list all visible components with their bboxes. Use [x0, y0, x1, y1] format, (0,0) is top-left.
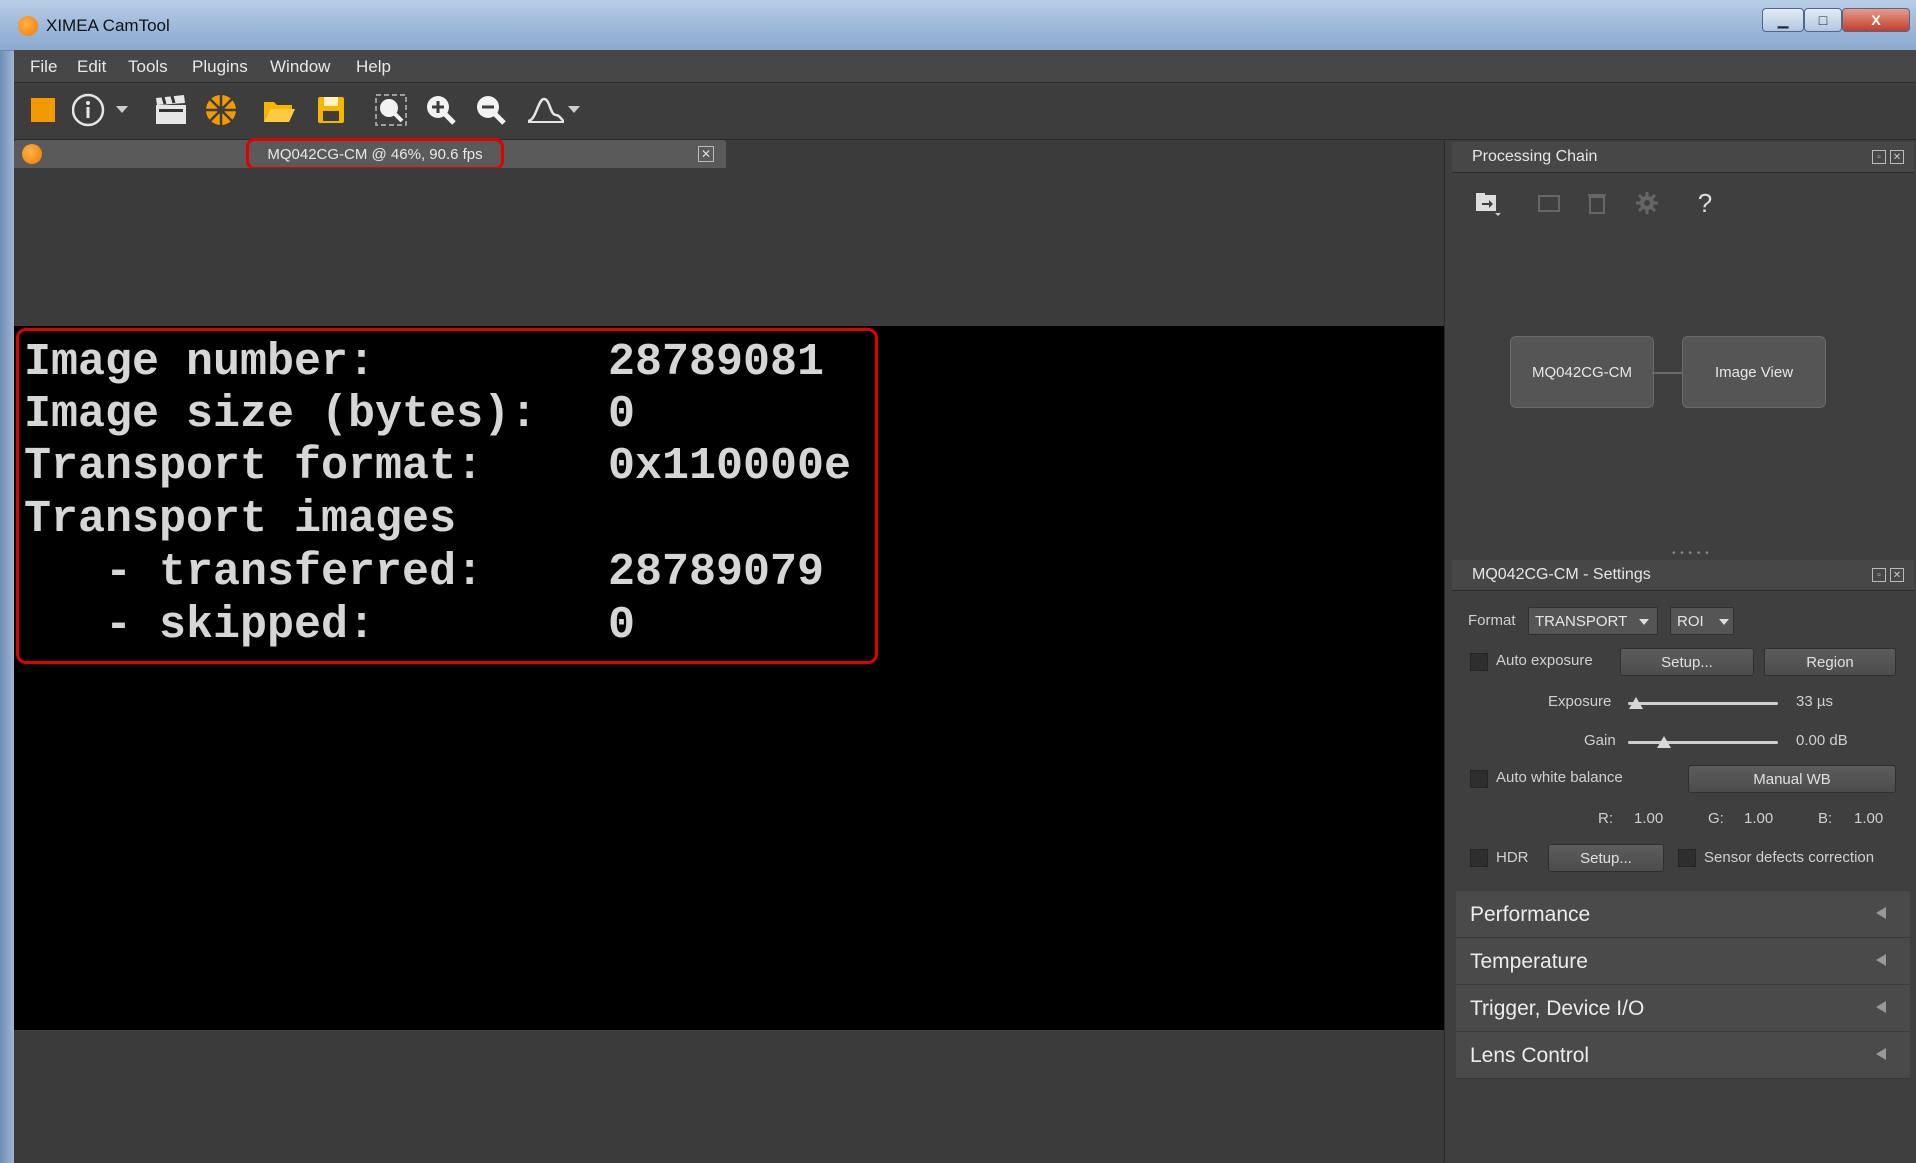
app-logo-icon: [18, 16, 38, 36]
histogram-icon[interactable]: [526, 93, 566, 127]
minimize-button[interactable]: ▁: [1762, 8, 1804, 32]
wb-b-label: B:: [1818, 810, 1833, 827]
gain-value: 0.00 dB: [1796, 732, 1848, 749]
record-icon[interactable]: [154, 93, 188, 127]
wb-g-label: G:: [1708, 810, 1724, 827]
zoom-in-icon[interactable]: [424, 93, 458, 127]
menu-file[interactable]: File: [30, 57, 57, 77]
exposure-value: 33 µs: [1796, 693, 1833, 710]
tab-close-icon[interactable]: ✕: [698, 146, 714, 162]
section-trigger-device-io[interactable]: Trigger, Device I/O: [1456, 985, 1910, 1032]
maximize-button[interactable]: □: [1804, 8, 1842, 32]
wb-b-value: 1.00: [1854, 810, 1884, 827]
menu-help[interactable]: Help: [356, 57, 391, 77]
manual-wb-button[interactable]: Manual WB: [1688, 765, 1896, 793]
close-panel-icon[interactable]: ✕: [1890, 568, 1904, 582]
node-camera[interactable]: MQ042CG-CM: [1510, 336, 1654, 408]
tab-label[interactable]: MQ042CG-CM @ 46%, 90.6 fps: [246, 138, 504, 170]
section-lens-control[interactable]: Lens Control: [1456, 1032, 1910, 1079]
sensor-defects-label: Sensor defects correction: [1704, 849, 1875, 866]
info-dropdown-icon[interactable]: [114, 93, 130, 127]
chevron-left-icon: [1876, 1048, 1886, 1060]
exposure-slider[interactable]: [1628, 702, 1778, 705]
float-icon[interactable]: ▫: [1872, 568, 1886, 582]
chevron-down-icon: [1719, 619, 1729, 625]
hdr-setup-button[interactable]: Setup...: [1548, 844, 1664, 872]
wb-r-label: R:: [1598, 810, 1613, 827]
exposure-label: Exposure: [1548, 693, 1612, 710]
gain-slider[interactable]: [1628, 741, 1778, 744]
gain-label: Gain: [1584, 732, 1616, 749]
node-image-view[interactable]: Image View: [1682, 336, 1826, 408]
stop-icon[interactable]: [26, 93, 60, 127]
menu-edit[interactable]: Edit: [77, 57, 106, 77]
wb-r-value: 1.00: [1634, 810, 1664, 827]
section-title: Lens Control: [1470, 1044, 1590, 1067]
format-select[interactable]: TRANSPORT: [1528, 607, 1658, 635]
close-panel-icon[interactable]: ✕: [1890, 150, 1904, 164]
auto-white-balance-checkbox[interactable]: [1470, 770, 1488, 788]
settings-header: MQ042CG-CM - Settings ▫ ✕: [1452, 560, 1914, 591]
section-title: Performance: [1470, 903, 1591, 926]
section-temperature[interactable]: Temperature: [1456, 938, 1910, 985]
splitter-handle[interactable]: • • • • •: [1672, 548, 1710, 559]
format-value: TRANSPORT: [1535, 612, 1628, 630]
auto-exposure-checkbox[interactable]: [1470, 653, 1488, 671]
sensor-defects-checkbox[interactable]: [1678, 849, 1696, 867]
exposure-slider-thumb[interactable]: [1628, 697, 1643, 709]
format-label: Format: [1468, 612, 1516, 629]
auto-white-balance-label: Auto white balance: [1496, 769, 1623, 786]
info-icon[interactable]: [72, 93, 106, 127]
hdr-label: HDR: [1496, 849, 1529, 866]
chevron-left-icon: [1876, 1001, 1886, 1013]
menu-plugins[interactable]: Plugins: [192, 57, 248, 77]
toolbar: [14, 83, 1916, 140]
gain-slider-thumb[interactable]: [1657, 736, 1671, 748]
add-plugin-icon[interactable]: [1472, 188, 1502, 218]
open-folder-icon[interactable]: [262, 93, 296, 127]
zoom-fit-icon[interactable]: [374, 93, 408, 127]
chevron-down-icon: [1639, 619, 1649, 625]
float-icon[interactable]: ▫: [1872, 150, 1886, 164]
chevron-left-icon: [1876, 907, 1886, 919]
roi-label: ROI: [1677, 612, 1704, 630]
trash-icon[interactable]: [1582, 188, 1612, 218]
processing-chain-title: Processing Chain: [1472, 148, 1598, 165]
auto-exposure-label: Auto exposure: [1496, 652, 1593, 669]
section-performance[interactable]: Performance: [1456, 891, 1910, 938]
help-icon[interactable]: ?: [1690, 188, 1720, 218]
close-button[interactable]: X: [1842, 8, 1910, 32]
section-title: Temperature: [1470, 950, 1588, 973]
histogram-dropdown-icon[interactable]: [566, 93, 582, 127]
exposure-setup-button[interactable]: Setup...: [1620, 648, 1754, 676]
hdr-checkbox[interactable]: [1470, 849, 1488, 867]
menu-tools[interactable]: Tools: [128, 57, 168, 77]
camera-status-icon: [22, 144, 42, 164]
window-frame: [0, 0, 14, 1163]
region-button[interactable]: Region: [1764, 648, 1896, 676]
chevron-left-icon: [1876, 954, 1886, 966]
aperture-icon[interactable]: [204, 93, 238, 127]
save-icon[interactable]: [314, 93, 348, 127]
overlay-highlight: [16, 328, 878, 664]
gear-icon[interactable]: [1632, 188, 1662, 218]
menu-window[interactable]: Window: [270, 57, 330, 77]
processing-chain-header: Processing Chain ▫ ✕: [1452, 142, 1914, 173]
window-icon[interactable]: [1534, 188, 1564, 218]
menu-bar: File Edit Tools Plugins Window Help: [14, 50, 1916, 83]
zoom-out-icon[interactable]: [474, 93, 508, 127]
title-bar[interactable]: [0, 0, 1916, 51]
section-title: Trigger, Device I/O: [1470, 997, 1645, 1020]
settings-title: MQ042CG-CM - Settings: [1472, 566, 1651, 583]
node-connector: [1652, 372, 1682, 374]
roi-select[interactable]: ROI: [1670, 607, 1734, 635]
app-title: XIMEA CamTool: [46, 16, 170, 35]
wb-g-value: 1.00: [1744, 810, 1774, 827]
